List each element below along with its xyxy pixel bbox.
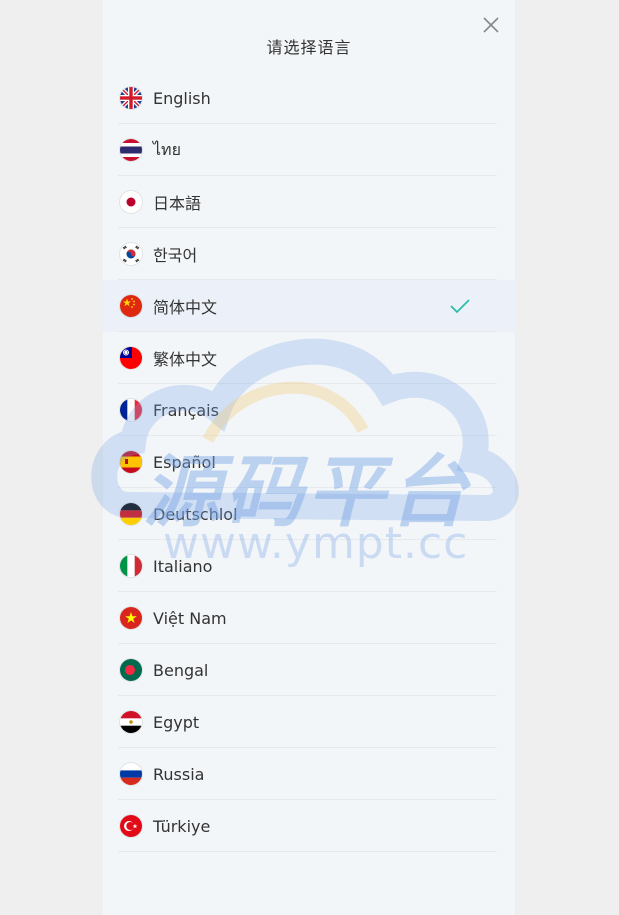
- language-label: Türkiye: [153, 816, 211, 836]
- france-flag-icon: [120, 399, 142, 421]
- language-item-thai[interactable]: ไทย: [103, 124, 515, 176]
- language-label: Italiano: [153, 556, 213, 576]
- china-flag-icon: [120, 295, 142, 317]
- language-label: ไทย: [153, 139, 181, 159]
- bangladesh-flag-icon: [120, 659, 142, 681]
- germany-flag-icon: [120, 503, 142, 525]
- language-item-simplified-chinese[interactable]: 简体中文: [103, 280, 515, 332]
- language-label: Bengal: [153, 660, 209, 680]
- language-item-japanese[interactable]: 日本語: [103, 176, 515, 228]
- language-item-turkiye[interactable]: Türkiye: [103, 800, 515, 852]
- language-item-english[interactable]: English: [103, 72, 515, 124]
- italy-flag-icon: [120, 555, 142, 577]
- language-label: Russia: [153, 764, 205, 784]
- language-label: 简体中文: [153, 298, 218, 317]
- language-label: Deutschlol: [153, 504, 238, 524]
- language-item-traditional-chinese[interactable]: 繁体中文: [103, 332, 515, 384]
- language-label: 한국어: [153, 246, 198, 265]
- taiwan-flag-icon: [120, 347, 142, 369]
- language-item-bengal[interactable]: Bengal: [103, 644, 515, 696]
- language-label: 繁体中文: [153, 350, 218, 369]
- check-icon: [449, 297, 471, 315]
- language-item-russia[interactable]: Russia: [103, 748, 515, 800]
- language-label: English: [153, 88, 211, 108]
- close-icon[interactable]: [481, 15, 501, 35]
- turkey-flag-icon: [120, 815, 142, 837]
- language-label: Español: [153, 452, 216, 472]
- uk-flag-icon: [120, 87, 142, 109]
- language-dialog: 请选择语言 English ไทย 日本語 한국어 简体中文 繁体中文 Fran…: [103, 0, 515, 915]
- language-item-vietnamese[interactable]: Việt Nam: [103, 592, 515, 644]
- thailand-flag-icon: [120, 139, 142, 161]
- language-item-italian[interactable]: Italiano: [103, 540, 515, 592]
- language-item-german[interactable]: Deutschlol: [103, 488, 515, 540]
- language-label: 日本語: [153, 194, 202, 213]
- language-item-spanish[interactable]: Español: [103, 436, 515, 488]
- language-item-egypt[interactable]: Egypt: [103, 696, 515, 748]
- dialog-title: 请选择语言: [266, 38, 352, 57]
- korea-flag-icon: [120, 243, 142, 265]
- spain-flag-icon: [120, 451, 142, 473]
- language-item-korean[interactable]: 한국어: [103, 228, 515, 280]
- language-label: Việt Nam: [153, 608, 227, 628]
- language-item-french[interactable]: Français: [103, 384, 515, 436]
- vietnam-flag-icon: [120, 607, 142, 629]
- language-label: Français: [153, 400, 219, 420]
- russia-flag-icon: [120, 763, 142, 785]
- egypt-flag-icon: [120, 711, 142, 733]
- japan-flag-icon: [120, 191, 142, 213]
- language-list: English ไทย 日本語 한국어 简体中文 繁体中文 Français E…: [103, 72, 515, 852]
- language-label: Egypt: [153, 712, 200, 732]
